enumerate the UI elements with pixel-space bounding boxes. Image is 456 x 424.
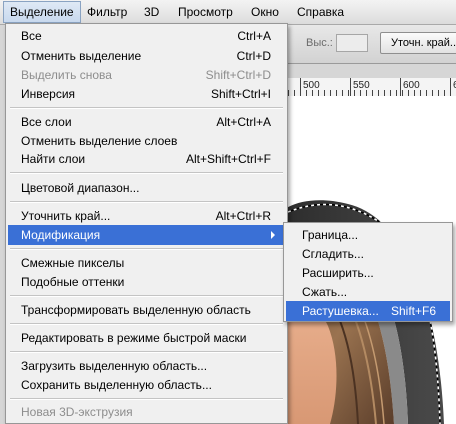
menu-separator	[10, 107, 283, 109]
menu-item-color-range[interactable]: Цветовой диапазон...	[8, 178, 285, 198]
height-input[interactable]	[336, 34, 368, 52]
menu-separator	[10, 248, 283, 250]
menu-item-deselect-layers[interactable]: Отменить выделение слоев	[8, 131, 285, 151]
menu-item-modify[interactable]: Модификация	[8, 225, 285, 245]
menu-item-transform-selection[interactable]: Трансформировать выделенную область	[8, 300, 285, 320]
modify-submenu: Граница... Сгладить... Расширить... Сжат…	[283, 222, 453, 322]
refine-edge-button[interactable]: Уточн. край...	[380, 32, 456, 54]
menu-item-save-selection[interactable]: Сохранить выделенную область...	[8, 375, 285, 395]
select-menu: Все Ctrl+A Отменить выделение Ctrl+D Выд…	[5, 23, 288, 424]
menu-item-all-layers[interactable]: Все слои Alt+Ctrl+A	[8, 112, 285, 132]
menu-item-inverse[interactable]: Инверсия Shift+Ctrl+I	[8, 84, 285, 104]
ruler-label: 600	[403, 80, 420, 91]
menu-item-deselect[interactable]: Отменить выделение Ctrl+D	[8, 46, 285, 66]
submenu-arrow-icon	[271, 231, 275, 239]
menu-item-reselect: Выделить снова Shift+Ctrl+D	[21, 68, 271, 82]
menu-item-similar[interactable]: Подобные оттенки	[8, 272, 285, 292]
menu-3d[interactable]: 3D	[138, 2, 165, 22]
menu-separator	[10, 295, 283, 297]
submenu-item-feather[interactable]: Растушевка... Shift+F6	[286, 301, 450, 321]
submenu-item-smooth[interactable]: Сгладить...	[286, 244, 450, 264]
menu-separator	[10, 398, 283, 400]
ruler-major-tick	[450, 78, 451, 96]
submenu-item-border[interactable]: Граница...	[286, 225, 450, 245]
height-label: Выс.:	[306, 37, 333, 49]
menu-item-find-layers[interactable]: Найти слои Alt+Shift+Ctrl+F	[8, 149, 285, 169]
ruler-major-tick	[300, 78, 301, 96]
menu-select[interactable]: Выделение	[3, 1, 81, 23]
menu-item-grow[interactable]: Смежные пикселы	[8, 253, 285, 273]
menu-item-quick-mask[interactable]: Редактировать в режиме быстрой маски	[8, 328, 285, 348]
ruler-major-tick	[350, 78, 351, 96]
menu-separator	[10, 172, 283, 174]
menu-item-all[interactable]: Все Ctrl+A	[8, 26, 285, 46]
ruler-label: 550	[353, 80, 370, 91]
submenu-item-expand[interactable]: Расширить...	[286, 263, 450, 283]
menu-help[interactable]: Справка	[291, 2, 350, 22]
menu-item-load-selection[interactable]: Загрузить выделенную область...	[8, 356, 285, 376]
menu-separator	[10, 323, 283, 325]
menu-item-refine-edge[interactable]: Уточнить край... Alt+Ctrl+R	[8, 206, 285, 226]
menu-item-new-3d-extrusion: Новая 3D-экструзия	[21, 405, 133, 419]
options-bar: Выс.: Уточн. край...	[288, 25, 456, 64]
ruler-label: 500	[303, 80, 320, 91]
ruler-major-tick	[400, 78, 401, 96]
menu-bar: Выделение Фильтр 3D Просмотр Окно Справк…	[0, 0, 456, 25]
menu-view[interactable]: Просмотр	[172, 2, 239, 22]
horizontal-ruler: 500 550 600 650	[288, 78, 456, 97]
submenu-item-contract[interactable]: Сжать...	[286, 282, 450, 302]
menu-filter[interactable]: Фильтр	[81, 2, 133, 22]
menu-window[interactable]: Окно	[245, 2, 285, 22]
menu-separator	[10, 201, 283, 203]
menu-separator	[10, 351, 283, 353]
